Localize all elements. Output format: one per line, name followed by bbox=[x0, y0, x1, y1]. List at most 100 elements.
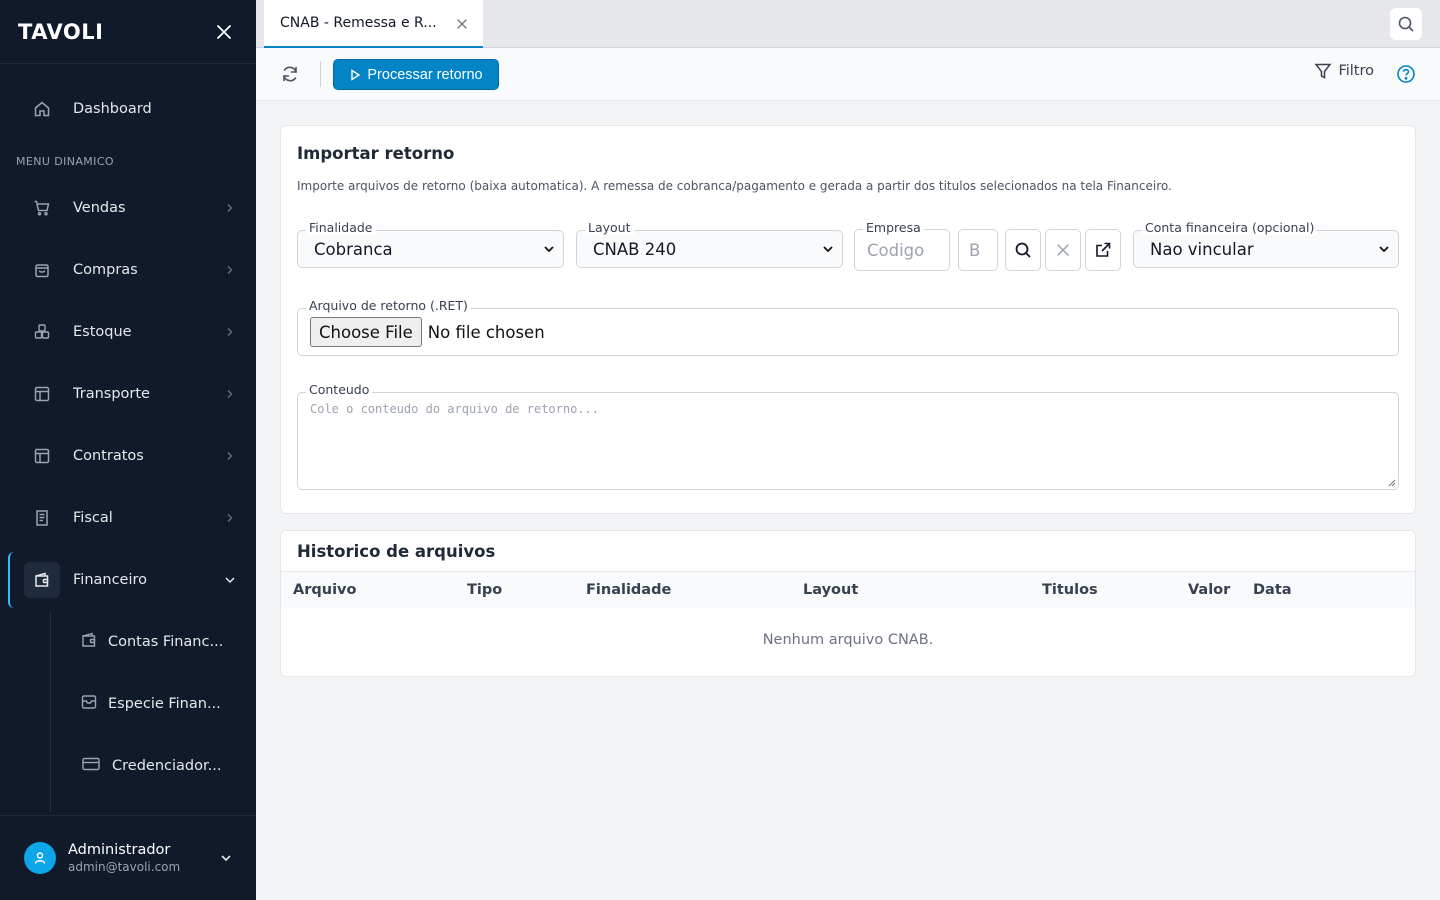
sidebar-item-label: Contratos bbox=[73, 448, 144, 464]
tab-cnab[interactable]: CNAB - Remessa e R... bbox=[264, 0, 483, 48]
toolbar: Processar retorno Filtro bbox=[256, 48, 1440, 101]
history-empty-message: Nenhum arquivo CNAB. bbox=[762, 632, 934, 648]
user-email: admin@tavoli.com bbox=[68, 860, 181, 874]
bag-icon bbox=[24, 252, 60, 288]
finalidade-value: Cobranca bbox=[314, 239, 393, 259]
chevron-right-icon bbox=[220, 327, 240, 337]
refresh-button[interactable] bbox=[278, 62, 302, 86]
close-icon bbox=[217, 24, 231, 39]
sidebar-item-estoque[interactable]: Estoque bbox=[24, 312, 240, 352]
empresa-label: Empresa bbox=[863, 220, 924, 235]
resize-handle-icon[interactable] bbox=[1388, 479, 1396, 487]
search-icon bbox=[1015, 242, 1031, 258]
play-icon bbox=[351, 68, 361, 81]
user-menu[interactable]: Administrador admin@tavoli.com bbox=[0, 815, 256, 900]
refresh-icon bbox=[283, 66, 297, 82]
sidebar-subitem-contas-financeiras[interactable]: Contas Financ... bbox=[80, 622, 240, 662]
sidebar-item-vendas[interactable]: Vendas bbox=[24, 188, 240, 228]
choose-file-button[interactable]: Choose File bbox=[310, 317, 422, 347]
finalidade-select[interactable]: Cobranca bbox=[297, 230, 564, 268]
conteudo-placeholder: Cole o conteudo do arquivo de retorno... bbox=[310, 402, 599, 416]
toolbar-divider bbox=[320, 61, 321, 87]
close-sidebar-button[interactable] bbox=[212, 20, 236, 44]
sidebar-subitem-label: Especie Finan... bbox=[108, 696, 221, 712]
conteudo-textarea[interactable]: Cole o conteudo do arquivo de retorno... bbox=[297, 392, 1399, 490]
menu-section-label: MENU DINAMICO bbox=[16, 155, 114, 168]
file-upload-field: Choose File No file chosen bbox=[297, 308, 1399, 356]
boxes-icon bbox=[24, 314, 60, 350]
sidebar-item-label: Fiscal bbox=[73, 510, 113, 526]
sidebar-item-transporte[interactable]: Transporte bbox=[24, 374, 240, 414]
import-title: Importar retorno bbox=[297, 144, 455, 163]
history-card: Historico de arquivos Arquivo Tipo Final… bbox=[280, 530, 1416, 677]
column-finalidade: Finalidade bbox=[586, 582, 672, 598]
filter-button[interactable]: Filtro bbox=[1314, 62, 1374, 80]
column-layout: Layout bbox=[803, 582, 859, 598]
process-return-button[interactable]: Processar retorno bbox=[333, 59, 499, 90]
sidebar-item-dashboard[interactable]: Dashboard bbox=[24, 89, 240, 129]
history-table-header: Arquivo Tipo Finalidade Layout Titulos V… bbox=[281, 571, 1415, 608]
finalidade-label: Finalidade bbox=[306, 220, 376, 235]
sidebar-item-compras[interactable]: Compras bbox=[24, 250, 240, 290]
column-arquivo: Arquivo bbox=[293, 582, 357, 598]
process-return-label: Processar retorno bbox=[367, 66, 483, 83]
chevron-down-icon bbox=[1379, 246, 1389, 253]
tab-close-icon[interactable] bbox=[457, 14, 467, 33]
import-card: Importar retorno Importe arquivos de ret… bbox=[280, 125, 1416, 514]
empresa-name-input[interactable]: B bbox=[958, 229, 998, 271]
chevron-down-icon bbox=[220, 574, 240, 586]
sidebar-item-label: Financeiro bbox=[73, 572, 148, 588]
conteudo-label: Conteudo bbox=[306, 382, 373, 397]
avatar bbox=[24, 842, 56, 874]
sidebar-item-label: Compras bbox=[73, 262, 138, 278]
arquivo-label: Arquivo de retorno (.RET) bbox=[306, 298, 471, 313]
conta-select[interactable]: Nao vincular bbox=[1133, 230, 1399, 268]
cart-icon bbox=[24, 190, 60, 226]
chevron-right-icon bbox=[220, 203, 240, 213]
sidebar-subitem-credenciadoras[interactable]: Credenciador... bbox=[80, 746, 240, 786]
tab-label: CNAB - Remessa e R... bbox=[280, 15, 437, 31]
filter-label: Filtro bbox=[1338, 63, 1374, 79]
sidebar-item-contratos[interactable]: Contratos bbox=[24, 436, 240, 476]
column-data: Data bbox=[1253, 582, 1292, 598]
chevron-right-icon bbox=[220, 389, 240, 399]
help-button[interactable] bbox=[1394, 62, 1418, 86]
search-icon bbox=[1398, 16, 1414, 32]
sidebar-item-label: Transporte bbox=[73, 386, 150, 402]
empresa-clear-button[interactable] bbox=[1045, 229, 1081, 271]
help-icon bbox=[1397, 65, 1415, 83]
chevron-right-icon bbox=[220, 513, 240, 523]
sidebar-item-financeiro[interactable]: Financeiro bbox=[24, 560, 240, 600]
sidebar-header: TAVOLI bbox=[0, 0, 256, 64]
tab-bar: CNAB - Remessa e R... bbox=[256, 0, 1440, 48]
empresa-code-input[interactable]: Codigo bbox=[854, 229, 950, 271]
wallet-icon bbox=[80, 631, 98, 653]
import-description: Importe arquivos de retorno (baixa autom… bbox=[297, 179, 1172, 193]
user-name: Administrador bbox=[68, 842, 171, 858]
sidebar-item-label: Estoque bbox=[73, 324, 132, 340]
sidebar-item-label: Dashboard bbox=[73, 101, 152, 117]
chevron-down-icon bbox=[220, 849, 232, 868]
sidebar-item-label: Vendas bbox=[73, 200, 126, 216]
chevron-right-icon bbox=[220, 265, 240, 275]
global-search-button[interactable] bbox=[1390, 8, 1422, 40]
home-icon bbox=[24, 91, 60, 127]
layout-select[interactable]: CNAB 240 bbox=[576, 230, 843, 268]
layout-icon bbox=[24, 438, 60, 474]
empresa-search-button[interactable] bbox=[1005, 229, 1041, 271]
active-item-indicator bbox=[8, 552, 14, 608]
empresa-open-button[interactable] bbox=[1085, 229, 1121, 271]
column-tipo: Tipo bbox=[467, 582, 503, 598]
wallet-icon bbox=[24, 562, 60, 598]
chevron-right-icon bbox=[220, 451, 240, 461]
column-valor: Valor bbox=[1188, 582, 1231, 598]
sidebar-subitem-especie-financeira[interactable]: Especie Finan... bbox=[80, 684, 240, 724]
conta-value: Nao vincular bbox=[1150, 239, 1254, 259]
brand-logo: TAVOLI bbox=[18, 19, 104, 44]
chevron-down-icon bbox=[823, 246, 833, 253]
history-title: Historico de arquivos bbox=[297, 542, 496, 561]
sidebar-item-fiscal[interactable]: Fiscal bbox=[24, 498, 240, 538]
layout-label: Layout bbox=[585, 220, 634, 235]
inbox-icon bbox=[80, 693, 98, 715]
external-link-icon bbox=[1096, 242, 1111, 257]
